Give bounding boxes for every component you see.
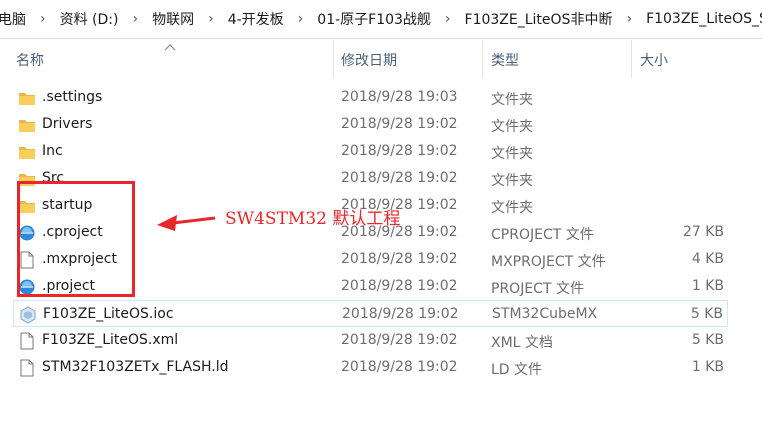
breadcrumb-item[interactable]: F103ZE_LiteOS_SW4 xyxy=(640,11,762,27)
chevron-right-icon[interactable]: › xyxy=(200,11,222,27)
file-date: 2018/9/28 19:02 xyxy=(341,143,458,159)
blank-file-icon xyxy=(18,359,36,377)
blank-file-icon xyxy=(18,332,36,350)
file-name: F103ZE_LiteOS.xml xyxy=(42,332,179,348)
address-bar[interactable]: 电脑 › 资料 (D:) › 物联网 › 4-开发板 › 01-原子F103战舰 › F103ZE_… xyxy=(0,0,762,39)
file-type: PROJECT 文件 xyxy=(491,281,584,297)
file-date: 2018/9/28 19:02 xyxy=(341,359,458,375)
column-header-size[interactable]: 大小 xyxy=(640,50,668,70)
file-row[interactable]: Drivers 2018/9/28 19:02 文件夹 xyxy=(13,111,728,138)
file-date: 2018/9/28 19:02 xyxy=(341,278,458,294)
breadcrumb-item[interactable]: 01-原子F103战舰 xyxy=(311,9,437,29)
sort-ascending-icon xyxy=(164,44,176,51)
file-date: 2018/9/28 19:02 xyxy=(341,116,458,132)
file-name: Drivers xyxy=(42,116,93,132)
file-type: CPROJECT 文件 xyxy=(491,227,594,243)
file-type: 文件夹 xyxy=(491,92,533,108)
file-row[interactable]: F103ZE_LiteOS.xml 2018/9/28 19:02 XML 文档 5 … xyxy=(13,327,728,354)
chevron-right-icon[interactable]: › xyxy=(124,11,146,27)
file-type: 文件夹 xyxy=(491,146,533,162)
folder-icon xyxy=(18,89,36,107)
file-name: .settings xyxy=(42,89,103,105)
file-date: 2018/9/28 19:02 xyxy=(342,306,459,322)
folder-icon xyxy=(18,116,36,134)
file-row[interactable]: Inc 2018/9/28 19:02 文件夹 xyxy=(13,138,728,165)
column-header-type[interactable]: 类型 xyxy=(491,50,519,70)
annotation-arrow-icon xyxy=(157,215,216,231)
file-size: 1 KB xyxy=(691,278,724,294)
chevron-right-icon[interactable]: › xyxy=(290,11,312,27)
chevron-right-icon[interactable]: › xyxy=(32,11,54,27)
file-row[interactable]: F103ZE_LiteOS.ioc 2018/9/28 19:02 STM32Cub… xyxy=(13,300,728,327)
breadcrumb-item[interactable]: 资料 (D:) xyxy=(54,9,125,29)
file-size: 1 KB xyxy=(691,359,724,375)
column-header-date[interactable]: 修改日期 xyxy=(341,50,397,70)
breadcrumb-item[interactable]: F103ZE_LiteOS非中断 xyxy=(459,9,619,29)
file-type: 文件夹 xyxy=(491,200,533,216)
breadcrumb-item[interactable]: 物联网 xyxy=(146,9,200,29)
chevron-right-icon[interactable]: › xyxy=(437,11,459,27)
file-row[interactable]: .settings 2018/9/28 19:03 文件夹 xyxy=(13,84,728,111)
file-type: XML 文档 xyxy=(491,335,553,351)
file-name: STM32F103ZETx_FLASH.ld xyxy=(42,359,229,375)
file-date: 2018/9/28 19:02 xyxy=(341,332,458,348)
file-size: 5 KB xyxy=(690,306,723,322)
breadcrumb-item[interactable]: 电脑 xyxy=(0,9,32,29)
file-date: 2018/9/28 19:03 xyxy=(341,89,458,105)
file-type: LD 文件 xyxy=(491,362,543,378)
file-type: 文件夹 xyxy=(491,173,533,189)
file-type: MXPROJECT 文件 xyxy=(491,254,606,270)
file-date: 2018/9/28 19:02 xyxy=(341,170,458,186)
file-size: 4 KB xyxy=(691,251,724,267)
breadcrumb-item[interactable]: 4-开发板 xyxy=(222,9,290,29)
chevron-right-icon[interactable]: › xyxy=(618,11,640,27)
file-size: 27 KB xyxy=(682,224,724,240)
file-type: 文件夹 xyxy=(491,119,533,135)
file-size: 5 KB xyxy=(691,332,724,348)
cubemx-icon xyxy=(19,306,37,324)
file-date: 2018/9/28 19:02 xyxy=(341,251,458,267)
annotation-highlight-box xyxy=(17,181,135,297)
annotation-text: SW4STM32 默认工程 xyxy=(225,209,401,229)
column-divider[interactable] xyxy=(482,40,483,78)
file-name: F103ZE_LiteOS.ioc xyxy=(43,306,174,322)
column-header-name[interactable]: 名称 xyxy=(16,50,44,70)
file-type: STM32CubeMX xyxy=(492,306,598,322)
file-name: Inc xyxy=(42,143,63,159)
folder-icon xyxy=(18,143,36,161)
column-divider[interactable] xyxy=(631,40,632,78)
file-row[interactable]: STM32F103ZETx_FLASH.ld 2018/9/28 19:02 LD … xyxy=(13,354,728,381)
column-divider[interactable] xyxy=(333,40,334,78)
